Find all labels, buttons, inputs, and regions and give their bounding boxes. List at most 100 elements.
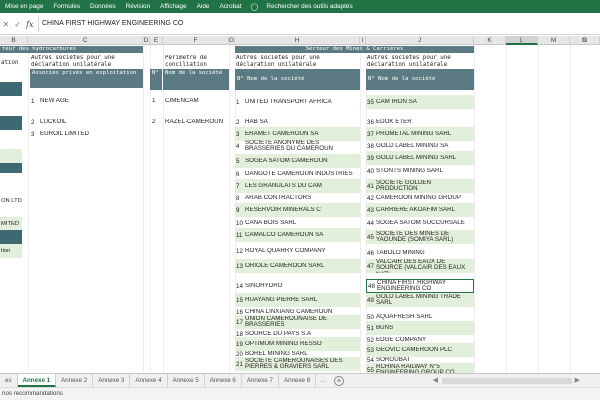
column-header-l[interactable]: L bbox=[506, 36, 538, 45]
hydro-row-name: LUCKOIL bbox=[40, 118, 67, 125]
mines2-row[interactable]: 35 CAM IRON SA bbox=[366, 95, 474, 109]
formula-bar-buttons: ✕ ✓ fx bbox=[0, 16, 36, 32]
ribbon-tab-affichage[interactable]: Affichage bbox=[155, 0, 192, 13]
hydro-row[interactable]: 3 EUROIL LIMITED bbox=[30, 127, 143, 141]
mines2-row-name: GOLD LABEL MINING SA bbox=[376, 142, 449, 149]
mines-row-name: ORIOLE CAMEROON SARL bbox=[245, 262, 325, 269]
hydrocarbon-section-header: teur des hydrocarbures bbox=[0, 46, 143, 53]
mines-row-number: 1 bbox=[236, 98, 240, 106]
ribbon-tab-formules[interactable]: Formules bbox=[48, 0, 85, 13]
mines2-row[interactable]: 46 TABOLO MINING bbox=[366, 246, 474, 260]
mines-row[interactable]: 14 SINOHYDRO bbox=[235, 279, 360, 293]
column-header-k[interactable]: K bbox=[474, 36, 506, 45]
mines2-row[interactable]: 48 CHINA FIRST HIGHWAY ENGINEERING CO bbox=[366, 279, 474, 293]
sheet-tab-annexe-8[interactable]: Annexe 8 bbox=[279, 374, 317, 387]
ribbon-tab-donnees[interactable]: Données bbox=[85, 0, 121, 13]
ribbon-tab-mise-en-page[interactable]: Mise en page bbox=[0, 0, 48, 13]
ribbon-tab-revision[interactable]: Révision bbox=[121, 0, 156, 13]
column-headers: BCDEFGHIJKLMNO bbox=[0, 36, 600, 45]
sheet-tab-annexe-5[interactable]: Annexe 5 bbox=[168, 374, 205, 387]
hydro-row[interactable]: 1 NEW AGE bbox=[30, 94, 143, 108]
mines2-row[interactable]: 49 GOLD LABEL MINING TRADE SARL bbox=[366, 293, 474, 307]
mines2-row-name: SOGEA SATOM SUCCURSALE bbox=[376, 219, 465, 226]
mines-row-number: 21 bbox=[236, 360, 243, 368]
ribbon-tab-acrobat[interactable]: Acrobat bbox=[214, 0, 246, 13]
mines-row[interactable]: 12 ROYAL QUARRY COMPANY bbox=[235, 244, 360, 258]
mines2-row[interactable]: 39 GOLD LABEL MINING SARL bbox=[366, 151, 474, 165]
sheet-tab-annexe-7[interactable]: Annexe 7 bbox=[242, 374, 279, 387]
mines-row-name: HAB SA bbox=[245, 118, 268, 125]
mines2-row[interactable]: 44 SOGEA SATOM SUCCURSALE bbox=[366, 216, 474, 230]
conciliation-row-name[interactable]: RAZEL-CAMEROUN bbox=[165, 119, 229, 126]
mines2-row-number: 35 bbox=[367, 98, 374, 106]
mines2-row-number: 40 bbox=[367, 167, 374, 175]
column-header-c[interactable]: C bbox=[28, 36, 143, 45]
mines-row[interactable]: 9 RESERVOIR MINERALS C bbox=[235, 203, 360, 217]
sheet-tab-annexe-6[interactable]: Annexe 6 bbox=[205, 374, 242, 387]
mines2-row-number: 38 bbox=[367, 142, 374, 150]
mines2-row-number: 45 bbox=[367, 233, 374, 241]
scroll-left-icon[interactable]: ◀ bbox=[433, 376, 438, 384]
mines-row[interactable]: 4 SOCIETE ANONYME DES BRASSERIES DU CAMER… bbox=[235, 139, 360, 153]
column-header-o[interactable]: O bbox=[570, 36, 600, 45]
mines2-row-name: CHINA FIRST HIGHWAY ENGINEERING CO bbox=[377, 279, 446, 292]
mines-row[interactable]: 5 SOGEA SATOM CAMEROUN bbox=[235, 154, 360, 168]
mines-row-name: SOCIETE CAMEROUNAISES DES PIERRES & GRAV… bbox=[245, 357, 343, 370]
left-subheading-fragment: ation bbox=[1, 60, 19, 66]
conciliation-header-name: Nom de la société bbox=[163, 69, 229, 90]
mines-row[interactable]: 13 ORIOLE CAMEROON SARL bbox=[235, 259, 360, 273]
mines-section-header: Secteur des Mines & Carrières bbox=[235, 46, 474, 53]
mines-row[interactable]: 11 CAMALCO CAMEROUN SA bbox=[235, 228, 360, 242]
tell-me-search[interactable]: Rechercher des outils adaptés bbox=[261, 0, 357, 13]
conciliation-row-name[interactable]: CIMENCAM bbox=[165, 98, 229, 105]
column-header-b[interactable]: B bbox=[0, 36, 28, 45]
mines-row-number: 12 bbox=[236, 247, 243, 255]
mines2-row-number: 48 bbox=[368, 282, 375, 290]
column-header-f[interactable]: F bbox=[163, 36, 229, 45]
sheet-tab-bar: es Annexe 1 Annexe 2 Annexe 3 Annexe 4 A… bbox=[0, 373, 600, 387]
horizontal-scrollbar[interactable] bbox=[442, 378, 572, 384]
scroll-right-icon[interactable]: ▶ bbox=[575, 376, 580, 384]
cancel-icon[interactable]: ✕ bbox=[3, 20, 10, 29]
add-sheet-button[interactable]: + bbox=[334, 375, 344, 386]
mines2-row[interactable]: 45 SOCIETE DES MINES DE YAOUNDE (SOMIYA S… bbox=[366, 230, 474, 244]
status-text: nos recommandations bbox=[2, 390, 63, 397]
mines-row-number: 2 bbox=[236, 118, 240, 126]
mines2-row-number: 44 bbox=[367, 219, 374, 227]
hydro-table-header: Associés privés en exploitation bbox=[30, 69, 143, 88]
mines2-row[interactable]: 40 STONTS MINING SARL bbox=[366, 164, 474, 178]
column-header-m[interactable]: M bbox=[538, 36, 570, 45]
sheet-tab-annexe-2[interactable]: Annexe 2 bbox=[56, 374, 94, 387]
mines2-row-number: 47 bbox=[367, 262, 374, 270]
conciliation-subheading: Périmètre de conciliation bbox=[165, 55, 207, 68]
mines2-row-name: AQUAFRESH SARL bbox=[376, 313, 433, 320]
mines2-row[interactable]: 55 RCHINA RAILWAY N°5 ENGINEERING GROUP C… bbox=[366, 363, 474, 373]
worksheet-grid[interactable]: teur des hydrocarbures ation ON LTD MITE… bbox=[0, 45, 600, 373]
column-header-e[interactable]: E bbox=[150, 36, 163, 45]
sheet-tab-annexe-3[interactable]: Annexe 3 bbox=[93, 374, 131, 387]
mines2-row[interactable]: 47 VALCAIR DES EAUX DE SOURCE (VALCAIR DE… bbox=[366, 259, 474, 273]
mines2-row-number: 49 bbox=[367, 296, 374, 304]
column-header-j[interactable]: J bbox=[366, 36, 474, 45]
sheet-tab-partial[interactable]: es bbox=[0, 374, 18, 387]
conciliation-header-num: N° bbox=[150, 69, 162, 90]
insert-function-icon[interactable]: fx bbox=[26, 20, 33, 29]
sheet-tab-annexe-4[interactable]: Annexe 4 bbox=[130, 374, 168, 387]
column-header-d[interactable]: D bbox=[143, 36, 150, 45]
ribbon-tab-aide[interactable]: Aide bbox=[192, 0, 215, 13]
left-band bbox=[0, 230, 22, 244]
column-header-h[interactable]: H bbox=[235, 36, 360, 45]
formula-input[interactable]: CHINA FIRST HIGHWAY ENGINEERING CO bbox=[38, 16, 600, 32]
hydro-row-name: EUROIL LIMITED bbox=[40, 130, 89, 137]
hydro-row-number: 1 bbox=[31, 97, 35, 105]
mines2-row[interactable]: 43 CARRIERE AKOAFIM SARL bbox=[366, 203, 474, 217]
sheet-tab-annexe-1[interactable]: Annexe 1 bbox=[17, 374, 57, 387]
left-cell: ON LTD bbox=[1, 198, 22, 204]
mines-row-number: 5 bbox=[236, 157, 240, 165]
more-sheets-button[interactable]: ... bbox=[316, 377, 330, 384]
mines-row[interactable]: 1 UNITED TRANSPORT AFRICA bbox=[235, 95, 360, 109]
mines-row[interactable]: 21 SOCIETE CAMEROUNAISES DES PIERRES & GR… bbox=[235, 357, 360, 371]
mines-row-number: 8 bbox=[236, 194, 240, 202]
confirm-icon[interactable]: ✓ bbox=[14, 20, 21, 29]
ribbon-tab-bar: Mise en page Formules Données Révision A… bbox=[0, 0, 600, 13]
